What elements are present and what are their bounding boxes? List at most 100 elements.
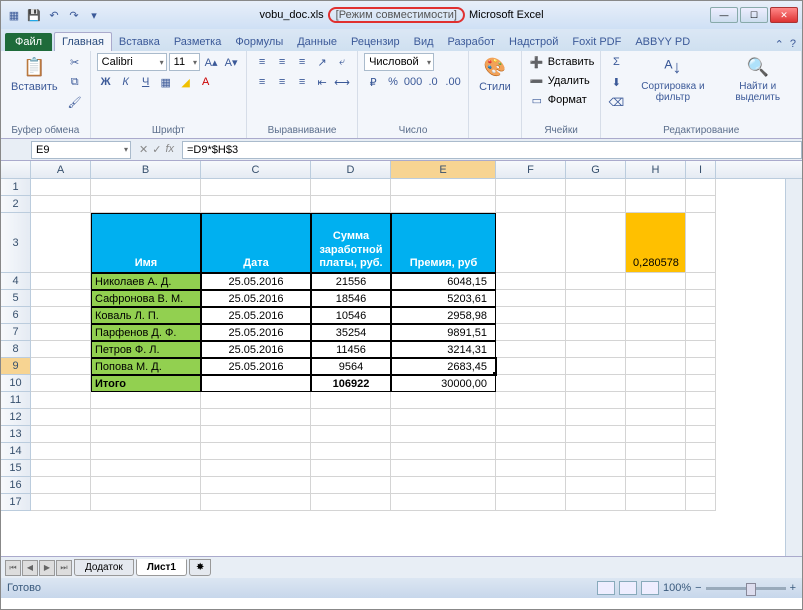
cell-salary[interactable]: 18546	[311, 290, 391, 307]
header-salary[interactable]: Сумма заработной платы, руб.	[311, 213, 391, 273]
cell-salary[interactable]: 21556	[311, 273, 391, 290]
row-header[interactable]: 8	[1, 341, 31, 358]
cell[interactable]	[496, 426, 566, 443]
cell[interactable]	[201, 392, 311, 409]
border-icon[interactable]: ▦	[157, 73, 175, 91]
cell[interactable]	[311, 460, 391, 477]
cell[interactable]	[686, 494, 716, 511]
view-normal-icon[interactable]	[597, 581, 615, 595]
sheet-tab[interactable]: Додаток	[74, 559, 134, 576]
cell[interactable]	[686, 196, 716, 213]
cell-date[interactable]: 25.05.2016	[201, 358, 311, 375]
row-header[interactable]: 1	[1, 179, 31, 196]
cell-bonus[interactable]: 3214,31	[391, 341, 496, 358]
cell[interactable]	[566, 494, 626, 511]
col-header-h[interactable]: H	[626, 161, 686, 178]
bold-icon[interactable]: Ж	[97, 73, 115, 91]
tab-foxit[interactable]: Foxit PDF	[565, 33, 628, 51]
cell[interactable]	[686, 307, 716, 324]
wrap-text-icon[interactable]: ⤶	[333, 53, 351, 71]
row-header[interactable]: 9	[1, 358, 31, 375]
cell-name[interactable]: Парфенов Д. Ф.	[91, 324, 201, 341]
align-top-icon[interactable]: ≡	[253, 53, 271, 71]
cell[interactable]	[496, 290, 566, 307]
cell-salary[interactable]: 11456	[311, 341, 391, 358]
dec-decimal-icon[interactable]: .00	[444, 73, 462, 91]
cell[interactable]	[566, 443, 626, 460]
active-cell[interactable]: 2683,45	[391, 358, 496, 375]
copy-icon[interactable]: ⧉	[66, 73, 84, 91]
cell[interactable]	[201, 426, 311, 443]
cell[interactable]	[496, 392, 566, 409]
header-bonus[interactable]: Премия, руб	[391, 213, 496, 273]
cell-h3[interactable]: 0,280578	[626, 213, 686, 273]
excel-icon[interactable]: ▦	[5, 6, 23, 24]
select-all-corner[interactable]	[1, 161, 31, 178]
sheet-first-icon[interactable]: ⏮	[5, 560, 21, 576]
cell-salary[interactable]: 35254	[311, 324, 391, 341]
cell[interactable]	[626, 494, 686, 511]
orientation-icon[interactable]: ↗	[313, 53, 331, 71]
row-header[interactable]: 4	[1, 273, 31, 290]
cell[interactable]	[686, 358, 716, 375]
cell[interactable]	[566, 290, 626, 307]
cell[interactable]	[496, 213, 566, 273]
cell[interactable]	[31, 392, 91, 409]
cell[interactable]	[31, 307, 91, 324]
cell[interactable]	[686, 460, 716, 477]
cell[interactable]	[91, 426, 201, 443]
cell[interactable]	[496, 324, 566, 341]
cell[interactable]	[31, 494, 91, 511]
cell[interactable]	[496, 273, 566, 290]
cell[interactable]	[91, 460, 201, 477]
enter-formula-icon[interactable]: ✓	[152, 143, 161, 156]
cell[interactable]	[31, 290, 91, 307]
cell-bonus[interactable]: 5203,61	[391, 290, 496, 307]
undo-icon[interactable]: ↶	[45, 6, 63, 24]
cell[interactable]	[31, 213, 91, 273]
cell[interactable]	[626, 307, 686, 324]
cell[interactable]	[496, 341, 566, 358]
tab-developer[interactable]: Разработ	[441, 33, 502, 51]
align-middle-icon[interactable]: ≡	[273, 53, 291, 71]
cell[interactable]	[566, 426, 626, 443]
row-header[interactable]: 2	[1, 196, 31, 213]
cell[interactable]	[496, 409, 566, 426]
cell-salary[interactable]: 9564	[311, 358, 391, 375]
cell[interactable]	[626, 409, 686, 426]
paste-button[interactable]: 📋 Вставить	[7, 53, 62, 95]
cell[interactable]	[566, 273, 626, 290]
cell[interactable]	[201, 460, 311, 477]
save-icon[interactable]: 💾	[25, 6, 43, 24]
cell[interactable]	[566, 477, 626, 494]
row-header[interactable]: 15	[1, 460, 31, 477]
cell[interactable]	[496, 358, 566, 375]
cell[interactable]	[626, 324, 686, 341]
tab-formulas[interactable]: Формулы	[228, 33, 290, 51]
shrink-font-icon[interactable]: A▾	[222, 53, 240, 71]
cell[interactable]	[566, 179, 626, 196]
merge-icon[interactable]: ⟷	[333, 73, 351, 91]
cell[interactable]	[496, 443, 566, 460]
cell[interactable]	[626, 358, 686, 375]
redo-icon[interactable]: ↷	[65, 6, 83, 24]
cell[interactable]	[391, 477, 496, 494]
cell[interactable]	[686, 341, 716, 358]
cell[interactable]	[626, 179, 686, 196]
close-button[interactable]: ✕	[770, 7, 798, 23]
cell[interactable]	[496, 196, 566, 213]
cell[interactable]	[686, 324, 716, 341]
cell[interactable]	[626, 460, 686, 477]
cell[interactable]	[686, 426, 716, 443]
cell[interactable]	[566, 375, 626, 392]
col-header-i[interactable]: I	[686, 161, 716, 178]
cell[interactable]	[31, 460, 91, 477]
cell[interactable]	[391, 443, 496, 460]
cell[interactable]	[626, 290, 686, 307]
row-header[interactable]: 6	[1, 307, 31, 324]
cell[interactable]	[626, 375, 686, 392]
cell[interactable]	[201, 443, 311, 460]
cell[interactable]	[201, 409, 311, 426]
zoom-in-icon[interactable]: +	[790, 582, 796, 594]
cell[interactable]	[686, 443, 716, 460]
